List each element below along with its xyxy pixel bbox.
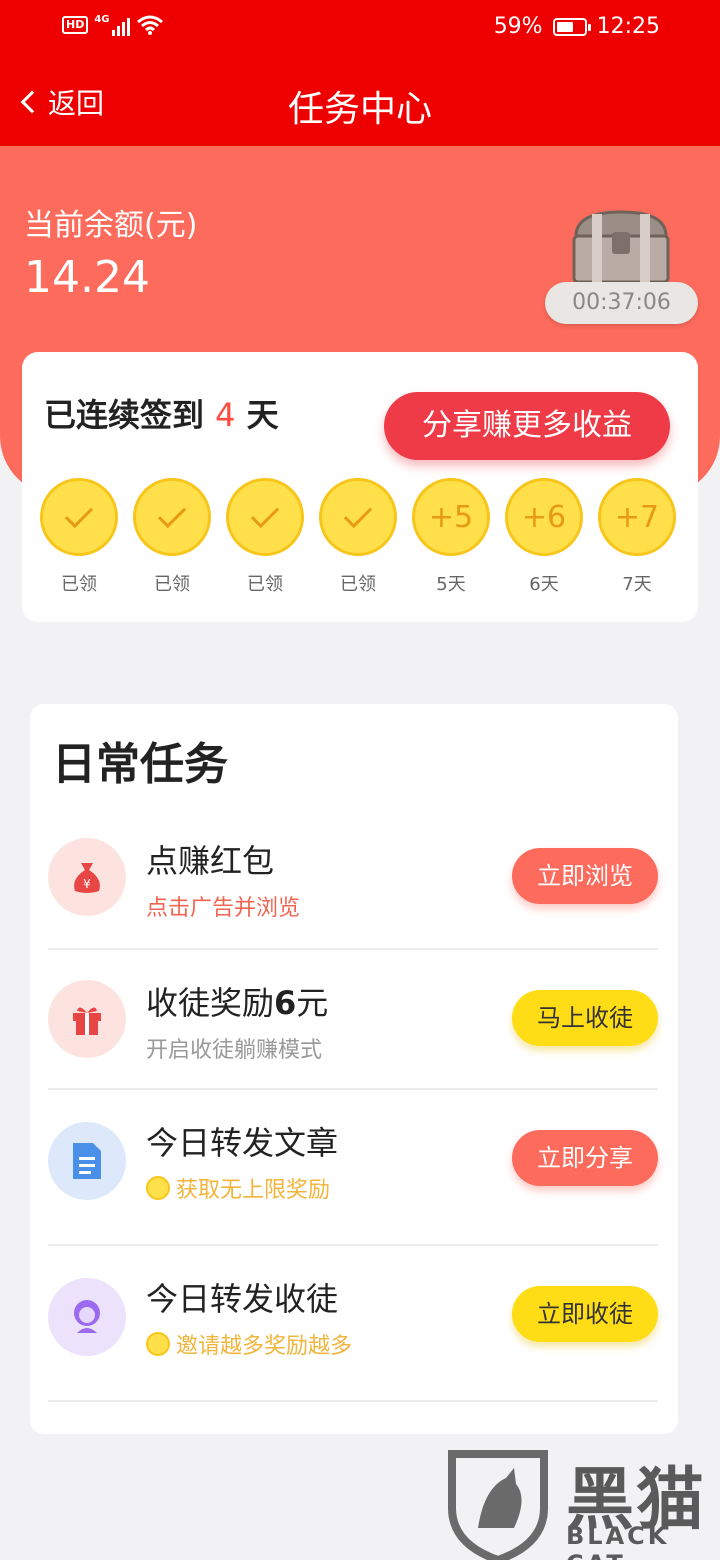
gift-icon — [48, 980, 126, 1058]
status-left: HD 4G — [62, 14, 164, 36]
share-now-button[interactable]: 立即分享 — [512, 1130, 658, 1186]
task-subtitle: 点击广告并浏览 — [146, 890, 300, 922]
network-type: 4G — [94, 14, 110, 25]
signin-coin-day-5[interactable]: +5 5天 — [412, 478, 490, 596]
browse-now-button[interactable]: 立即浏览 — [512, 848, 658, 904]
coin-label: 7天 — [622, 574, 652, 595]
task-title-unit: 元 — [296, 984, 329, 1022]
task-title-amount: 6 — [274, 984, 297, 1022]
signin-suffix: 天 — [246, 396, 279, 434]
signin-prefix: 已连续签到 — [44, 396, 205, 434]
task-row: 今日转发收徒 邀请越多奖励越多 立即收徒 — [48, 1246, 658, 1402]
signin-coin-day-4[interactable]: 已领 — [319, 478, 397, 596]
task-subtitle-text: 获取无上限奖励 — [176, 1178, 331, 1203]
signin-coin-day-1[interactable]: 已领 — [40, 478, 118, 596]
task-row: 今日转发文章 获取无上限奖励 立即分享 — [48, 1090, 658, 1246]
nav-bar: 返回 任务中心 — [0, 60, 720, 146]
coin-label: 已领 — [247, 574, 283, 595]
task-title: 今日转发文章 — [146, 1118, 338, 1164]
coin-amount: +6 — [505, 478, 583, 556]
recruit-now-button-2[interactable]: 立即收徒 — [512, 1286, 658, 1342]
task-title: 点赚红包 — [146, 836, 274, 882]
svg-text:¥: ¥ — [83, 877, 91, 891]
money-bag-icon: ¥ — [48, 838, 126, 916]
chest-timer: 00:37:06 — [545, 282, 698, 324]
coin-amount: +7 — [598, 478, 676, 556]
task-title-text: 今日转发文章 — [146, 1124, 339, 1162]
check-icon — [343, 499, 373, 529]
share-earn-button[interactable]: 分享赚更多收益 — [384, 392, 670, 460]
coin-icon — [146, 1332, 170, 1356]
signin-days: 4 — [215, 396, 236, 434]
task-title-text: 今日转发收徒 — [146, 1280, 339, 1318]
battery-icon — [552, 17, 591, 36]
coin-icon — [133, 478, 211, 556]
status-right: 59% 12:25 — [494, 14, 660, 39]
task-title: 收徒奖励6元 — [146, 978, 328, 1024]
watermark-brand-en: BLACK CAT — [566, 1522, 670, 1560]
signin-coin-day-3[interactable]: 已领 — [226, 478, 304, 596]
status-bar: HD 4G 59% 12:25 — [0, 0, 720, 60]
check-icon — [157, 499, 187, 529]
coin-label: 5天 — [436, 574, 466, 595]
coin-label: 6天 — [529, 574, 559, 595]
daily-tasks-card: 日常任务 ¥ 点赚红包 点击广告并浏览 立即浏览 收徒奖励6元 开启收徒躺赚模式 — [30, 704, 678, 1434]
signin-coin-day-7[interactable]: +7 7天 — [598, 478, 676, 596]
task-title-text: 点赚红包 — [146, 842, 275, 880]
coin-amount: +5 — [412, 478, 490, 556]
coin-icon — [40, 478, 118, 556]
coin-label: 已领 — [154, 574, 190, 595]
document-icon — [48, 1122, 126, 1200]
task-row: ¥ 点赚红包 点击广告并浏览 立即浏览 — [48, 810, 658, 950]
coin-icon — [226, 478, 304, 556]
signin-coin-day-6[interactable]: +6 6天 — [505, 478, 583, 596]
task-subtitle-text: 邀请越多奖励越多 — [176, 1334, 353, 1359]
coin-label: 已领 — [340, 574, 376, 595]
signin-coin-day-2[interactable]: 已领 — [133, 478, 211, 596]
treasure-chest-icon[interactable] — [566, 206, 676, 286]
wifi-icon — [136, 15, 163, 35]
task-subtitle-text: 点击广告并浏览 — [146, 896, 301, 921]
hd-badge: HD — [62, 16, 89, 34]
user-avatar-icon — [48, 1278, 126, 1356]
task-subtitle-text: 开启收徒躺赚模式 — [146, 1038, 323, 1063]
balance-label: 当前余额(元) — [24, 208, 198, 243]
clock: 12:25 — [596, 14, 660, 39]
daily-tasks-title: 日常任务 — [52, 739, 228, 790]
check-icon — [250, 499, 280, 529]
signin-coins: 已领 已领 已领 已领 +5 5天 +6 6天 +7 7天 — [40, 478, 680, 598]
coin-label: 已领 — [61, 574, 97, 595]
recruit-now-button[interactable]: 马上收徒 — [512, 990, 658, 1046]
task-title: 今日转发收徒 — [146, 1274, 338, 1320]
coin-icon — [146, 1176, 170, 1200]
task-subtitle: 邀请越多奖励越多 — [146, 1328, 352, 1360]
battery-percent: 59% — [493, 14, 543, 39]
task-title-text: 收徒奖励 — [146, 984, 275, 1022]
balance-value: 14.24 — [24, 252, 150, 303]
signin-card: 已连续签到 4 天 分享赚更多收益 已领 已领 已领 已领 +5 5天 +6 6… — [22, 352, 698, 622]
task-subtitle: 开启收徒躺赚模式 — [146, 1032, 322, 1064]
task-row: 收徒奖励6元 开启收徒躺赚模式 马上收徒 — [48, 950, 658, 1090]
page-title: 任务中心 — [287, 89, 432, 130]
coin-icon — [319, 478, 397, 556]
signin-streak: 已连续签到 4 天 — [44, 390, 279, 436]
check-icon — [64, 499, 94, 529]
task-subtitle: 获取无上限奖励 — [146, 1172, 330, 1204]
signal-icon: 4G — [94, 14, 130, 36]
